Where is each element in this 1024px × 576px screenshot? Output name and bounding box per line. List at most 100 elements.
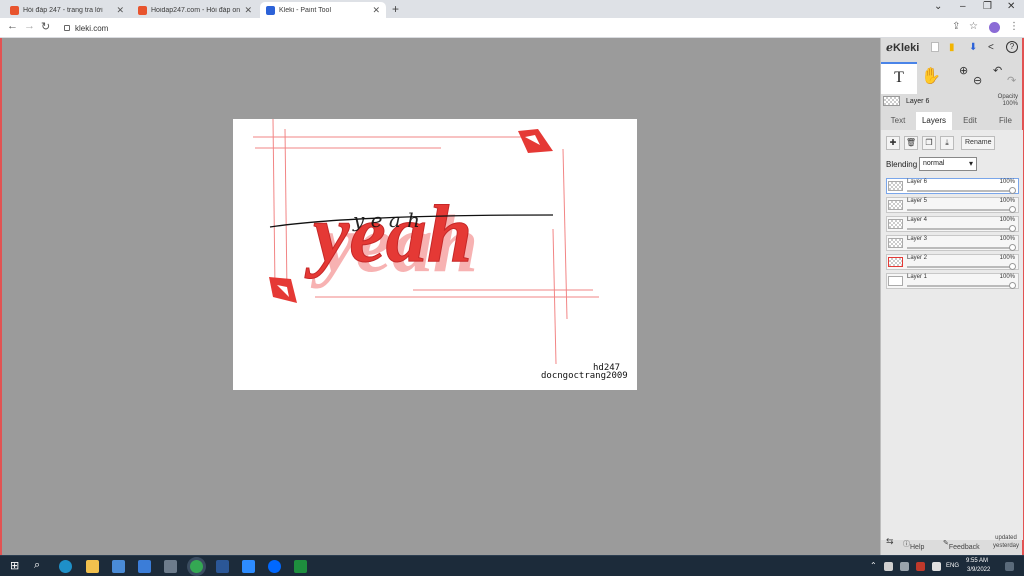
app-logo: ℯKleki [886, 41, 919, 54]
layer-name: Layer 4 [907, 217, 928, 223]
browser-tab-1[interactable]: Hỏi đáp 247 - trang tra lời ✕ [4, 2, 130, 18]
clock-date[interactable]: 3/9/2022 [967, 567, 990, 573]
close-tab-icon[interactable]: ✕ [244, 5, 252, 16]
minimize-icon[interactable]: – [960, 1, 966, 12]
app-name: Kleki [893, 42, 920, 54]
zoom-in-icon[interactable]: ⊕ [959, 64, 968, 77]
favicon-icon [10, 5, 19, 15]
share-icon[interactable]: < [988, 42, 994, 53]
slider-knob[interactable] [1009, 225, 1016, 232]
clock-time[interactable]: 9:55 AM [966, 558, 988, 564]
tab-layers[interactable]: Layers [916, 112, 952, 130]
help-icon[interactable]: ? [1006, 41, 1018, 53]
tray-app-icon[interactable] [916, 562, 925, 571]
tab-title: Kleki - Paint Tool [279, 6, 332, 14]
slider-knob[interactable] [1009, 244, 1016, 251]
hand-tool-icon[interactable]: ✋ [921, 66, 941, 86]
address-bar-row: ← → ↻ kleki.com ⇪ ☆ ⋮ [0, 18, 1024, 38]
tray-app-icon[interactable] [900, 562, 909, 571]
slider-knob[interactable] [1009, 282, 1016, 289]
profile-avatar-icon[interactable] [989, 22, 1000, 33]
panel-tabs: Text Layers Edit File [881, 112, 1023, 130]
share-icon[interactable]: ⇪ [952, 21, 960, 32]
tab-file[interactable]: File [988, 112, 1023, 130]
updated-line-2: yesterday [993, 543, 1020, 549]
reload-icon[interactable]: ↻ [41, 20, 50, 33]
layer-row[interactable]: Layer 6 100% [886, 178, 1019, 194]
swap-side-icon[interactable]: ⇆ [886, 536, 894, 547]
zoom-app-icon[interactable] [242, 560, 255, 573]
download-icon[interactable]: ⬇ [969, 42, 977, 53]
tab-title: Hỏi đáp 247 - trang tra lời [23, 6, 103, 14]
tray-app-icon[interactable] [884, 562, 893, 571]
layer-row[interactable]: Layer 2 100% [886, 254, 1019, 270]
open-folder-icon[interactable]: ▮ [949, 42, 955, 53]
rename-button[interactable]: Rename [961, 136, 996, 150]
bookmark-star-icon[interactable]: ☆ [969, 21, 978, 32]
forward-icon[interactable]: → [24, 20, 35, 32]
new-image-icon[interactable] [931, 42, 939, 52]
excel-icon[interactable] [294, 560, 307, 573]
undo-icon[interactable]: ↶ [993, 64, 1002, 77]
tab-search-icon[interactable]: ⌄ [934, 1, 942, 12]
slider-knob[interactable] [1009, 206, 1016, 213]
redo-icon[interactable]: ↷ [1007, 74, 1016, 87]
updated-line-1: updated [995, 535, 1017, 541]
layer-row[interactable]: Layer 5 100% [886, 197, 1019, 213]
merge-layer-icon[interactable]: ⤓ [940, 136, 954, 150]
wifi-icon[interactable] [932, 562, 941, 571]
layer-opacity: 100% [999, 217, 1015, 223]
help-link[interactable]: ⓘ Help [903, 539, 924, 551]
delete-layer-icon[interactable]: 🗑 [904, 136, 918, 150]
add-layer-icon[interactable]: ✚ [886, 136, 900, 150]
slider-knob[interactable] [1009, 187, 1016, 194]
layer-opacity-slider[interactable] [907, 285, 1012, 287]
tab-text[interactable]: Text [881, 112, 915, 130]
layer-opacity-slider[interactable] [907, 209, 1012, 211]
word-icon[interactable] [216, 560, 229, 573]
back-icon[interactable]: ← [7, 20, 18, 32]
search-icon[interactable]: ⌕ [34, 559, 40, 572]
language-indicator[interactable]: ENG [946, 563, 959, 569]
chrome-icon[interactable] [190, 560, 203, 573]
file-explorer-icon[interactable] [86, 560, 99, 573]
layer-opacity-slider[interactable] [907, 190, 1012, 192]
store-icon[interactable] [112, 560, 125, 573]
layer-row[interactable]: Layer 3 100% [886, 235, 1019, 251]
mail-icon[interactable] [138, 560, 151, 573]
browser-tab-3[interactable]: Kleki - Paint Tool ✕ [260, 2, 386, 18]
layer-opacity-slider[interactable] [907, 228, 1012, 230]
layer-opacity: 100% [999, 274, 1015, 280]
windows-start-icon[interactable]: ⊞ [10, 559, 19, 572]
close-tab-icon[interactable]: ✕ [372, 5, 380, 16]
menu-kebab-icon[interactable]: ⋮ [1009, 21, 1019, 32]
updated-note[interactable]: updated yesterday [993, 534, 1019, 550]
drawing-workspace[interactable]: yeah yeah y e a h hd247 docngoctrang2009 [0, 38, 880, 555]
zoom-out-icon[interactable]: ⊖ [973, 74, 982, 87]
close-window-icon[interactable]: ✕ [1007, 1, 1015, 12]
new-tab-icon[interactable]: + [392, 2, 399, 16]
layer-opacity-slider[interactable] [907, 247, 1012, 249]
duplicate-layer-icon[interactable]: ❐ [922, 136, 936, 150]
feedback-link[interactable]: ✎ Feedback [943, 539, 980, 551]
tray-chevron-icon[interactable]: ⌃ [870, 561, 877, 570]
blending-select[interactable]: normal [919, 157, 977, 171]
slider-knob[interactable] [1009, 263, 1016, 270]
close-tab-icon[interactable]: ✕ [116, 5, 124, 16]
browser-tab-2[interactable]: Hoidap247.com - Hỏi đáp online ✕ [132, 2, 258, 18]
layer-name: Layer 5 [907, 198, 928, 204]
text-tool-button[interactable]: T [881, 62, 917, 94]
layer-row[interactable]: Layer 4 100% [886, 216, 1019, 232]
restore-icon[interactable]: ❐ [983, 1, 992, 12]
layer-row[interactable]: Layer 1 100% [886, 273, 1019, 289]
artwork-lettering: yeah [304, 188, 472, 279]
layer-opacity-slider[interactable] [907, 266, 1012, 268]
notification-icon[interactable] [1005, 562, 1014, 571]
url-field[interactable]: kleki.com [58, 20, 938, 36]
camera-icon[interactable] [164, 560, 177, 573]
layer-preview-thumb [883, 96, 900, 106]
drawing-canvas[interactable]: yeah yeah y e a h hd247 docngoctrang2009 [233, 119, 637, 390]
zalo-icon[interactable] [268, 560, 281, 573]
tab-edit[interactable]: Edit [953, 112, 987, 130]
edge-icon[interactable] [59, 560, 72, 573]
